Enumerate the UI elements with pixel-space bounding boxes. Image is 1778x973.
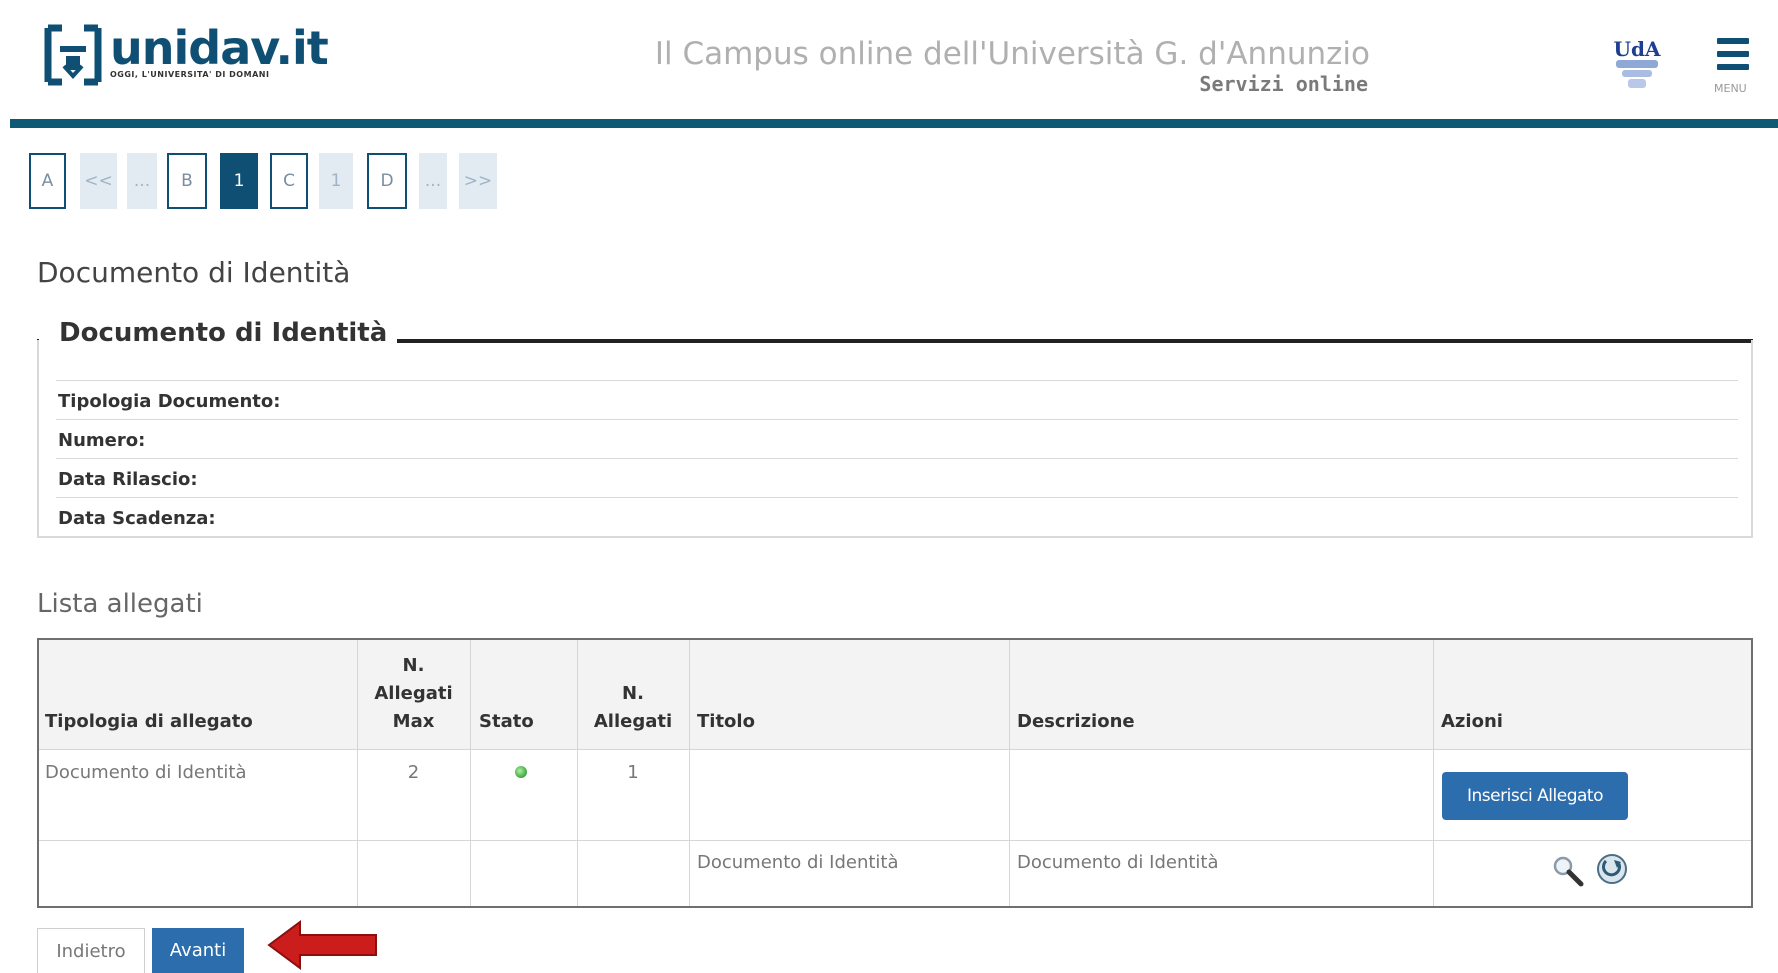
uda-logo-icon[interactable]: UdA [1612,36,1662,92]
field-label: Data Scadenza: [58,508,216,529]
menu-label: MENU [1714,82,1747,95]
unidav-logo-icon [44,24,102,86]
column-header-azioni: Azioni [1441,711,1503,732]
cell-max: 2 [407,762,420,783]
campus-title: Il Campus online dell'Università G. d'An… [654,36,1370,72]
page-title: Documento di Identità [37,256,351,289]
field-row: Numero: [56,419,1738,458]
pager-item[interactable]: C [270,153,308,209]
campus-subtitle: Servizi online [1199,72,1368,96]
fieldset-legend: Documento di Identità [39,318,398,348]
column-header-titolo: Titolo [697,711,755,732]
cell-tipologia: Documento di Identità [45,762,247,783]
column-header-max: N. Allegati Max [374,655,453,732]
pager-item[interactable]: A [29,153,66,209]
pager-item[interactable]: ... [127,153,157,209]
pager-item-active[interactable]: 1 [220,153,258,209]
cell-titolo: Documento di Identità [697,852,899,873]
attachments-table: Tipologia di allegato N. Allegati Max St… [37,638,1753,908]
pager-item[interactable]: B [167,153,207,209]
menu-icon [1717,38,1749,44]
field-row: Tipologia Documento: [56,380,1738,419]
column-header-stato: Stato [479,711,534,732]
cell-descrizione: Documento di Identità [1017,852,1219,873]
logo-name: unidav.it [110,21,329,75]
pager-item[interactable]: ... [419,153,447,209]
view-attachment-icon[interactable] [1551,854,1585,888]
identity-fieldset: Tipologia Documento: Numero: Data Rilasc… [37,340,1753,538]
column-header-count: N. Allegati [593,683,673,732]
pager-item[interactable]: >> [459,153,497,209]
header-divider [10,119,1778,128]
column-header-tipologia: Tipologia di allegato [45,711,253,732]
attachments-title: Lista allegati [37,589,203,619]
field-label: Numero: [58,430,146,451]
back-button[interactable]: Indietro [37,928,145,973]
site-header: unidav.it OGGI, L'UNIVERSITA' DI DOMANI … [0,0,1778,128]
field-row: Data Scadenza: [56,497,1738,536]
pager-item[interactable]: D [367,153,407,209]
field-label: Tipologia Documento: [58,391,281,412]
field-label: Data Rilascio: [58,469,198,490]
uda-logo-text: UdA [1614,37,1661,61]
pager-item[interactable]: 1 [319,153,353,209]
unidav-logo[interactable]: unidav.it OGGI, L'UNIVERSITA' DI DOMANI [42,21,329,94]
cell-count: 1 [627,762,639,783]
red-arrow-icon [267,920,377,970]
column-header-descrizione: Descrizione [1017,711,1135,732]
download-attachment-icon[interactable] [1595,852,1629,886]
next-button[interactable]: Avanti [152,928,244,973]
pager-item[interactable]: << [80,153,117,209]
menu-button[interactable]: MENU [1710,36,1754,95]
field-row: Data Rilascio: [56,458,1738,497]
insert-attachment-button[interactable]: Inserisci Allegato [1442,772,1628,820]
status-ok-icon [515,766,527,778]
